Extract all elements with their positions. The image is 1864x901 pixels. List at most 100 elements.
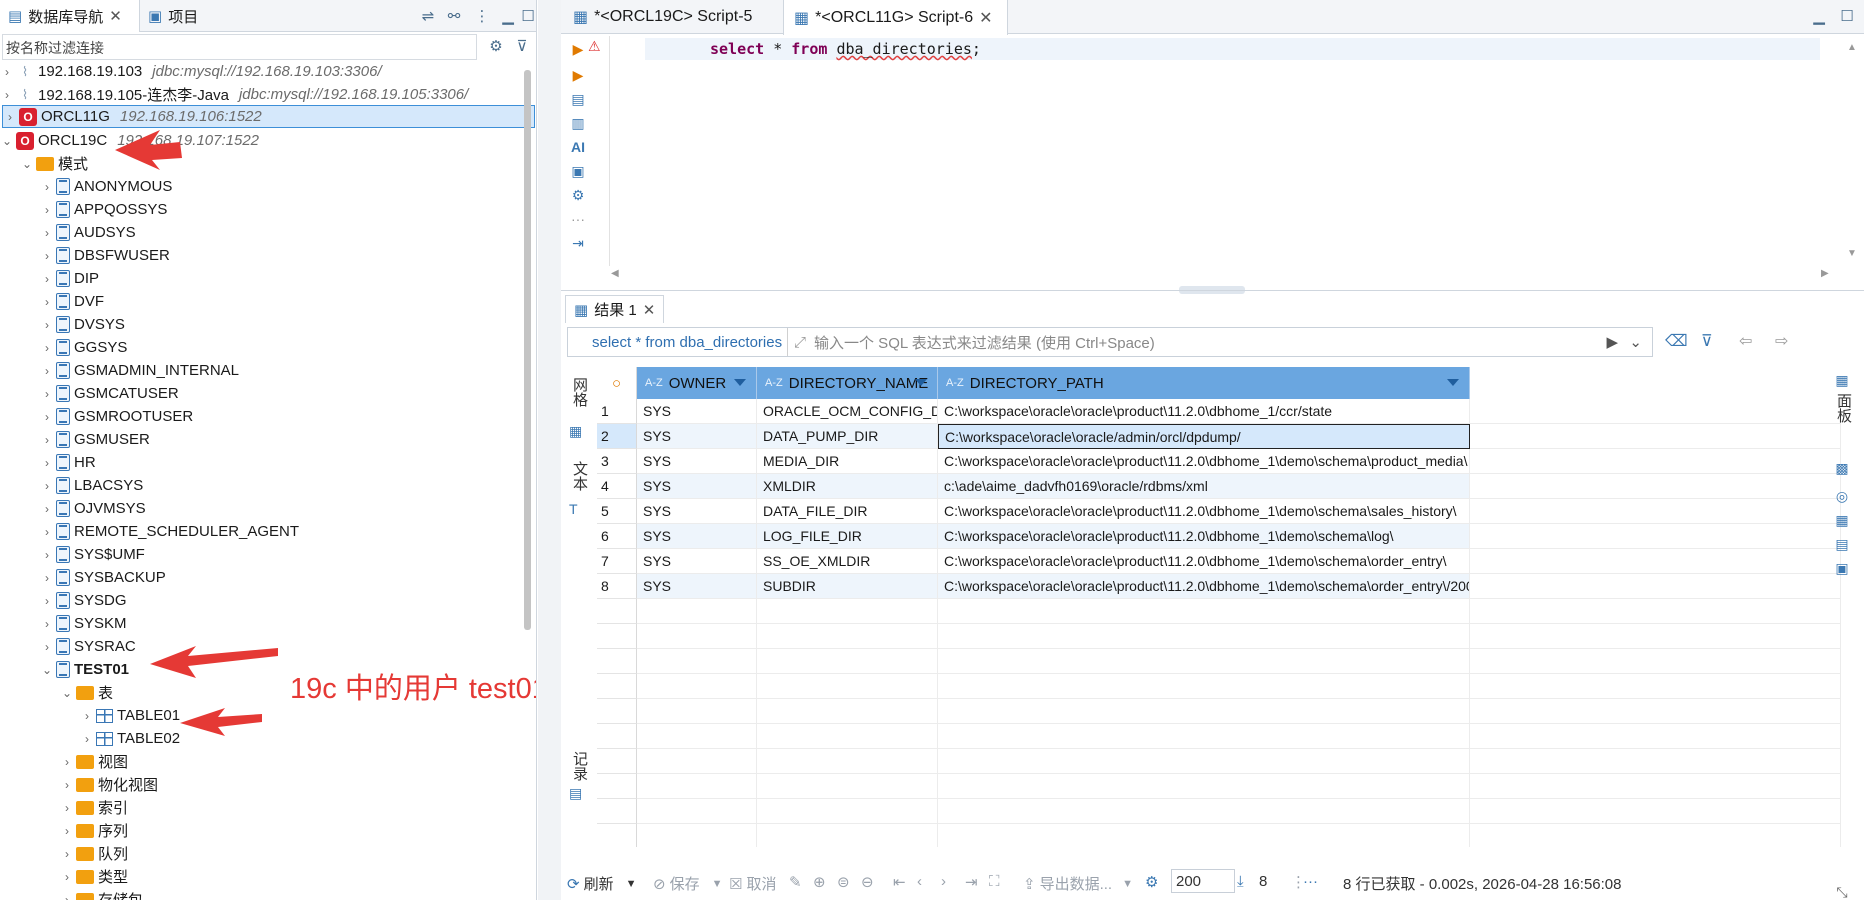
refresh-button[interactable]: ⟳ 刷新 ▼ [567, 873, 636, 894]
empty-cell[interactable] [637, 749, 757, 774]
next-page-icon[interactable]: › [941, 873, 946, 890]
column-header-directory-name[interactable]: A-Z DIRECTORY_NAME [757, 367, 938, 399]
panels-icon[interactable]: ▦ [1833, 371, 1851, 389]
empty-cell[interactable] [757, 649, 938, 674]
export-icon[interactable]: ⇥ [569, 234, 587, 252]
tab-script-5[interactable]: ▦ *<ORCL19C> Script-5 [563, 0, 781, 34]
last-page-icon[interactable]: ⇥ [965, 873, 978, 891]
fetch-size-value[interactable]: 200 [1171, 869, 1235, 893]
empty-cell[interactable] [757, 749, 938, 774]
empty-cell[interactable] [757, 799, 938, 824]
calc-icon[interactable]: ◎ [1833, 487, 1851, 505]
ai-icon[interactable]: AI [569, 138, 587, 156]
table-cell[interactable]: SYS [637, 524, 757, 549]
table-cell[interactable]: C:\workspace\oracle\oracle\product\11.2.… [938, 449, 1470, 474]
add-row-icon[interactable]: ⊕ [813, 873, 826, 891]
settings-icon[interactable]: ⚙ [569, 186, 587, 204]
editor-vscroll[interactable]: ▲ ▼ [1847, 42, 1859, 262]
panel-splitter[interactable] [538, 0, 561, 900]
row-number[interactable] [597, 724, 637, 749]
filter-input[interactable]: 输入一个 SQL 表达式来过滤结果 (使用 Ctrl+Space) [806, 332, 1155, 353]
scroll-up-icon[interactable]: ▲ [1847, 42, 1857, 53]
expand-icon[interactable]: ⤢ [794, 334, 806, 351]
history-icon[interactable]: ▥ [569, 114, 587, 132]
cancel-button[interactable]: ☒ 取消 [729, 873, 776, 894]
empty-cell[interactable] [938, 699, 1470, 724]
table-cell[interactable]: SYS [637, 399, 757, 424]
row-number[interactable] [597, 774, 637, 799]
row-number[interactable]: 5 [597, 499, 637, 524]
row-number[interactable] [597, 649, 637, 674]
column-header-owner[interactable]: A-Z OWNER [637, 367, 757, 399]
row-number[interactable]: 6 [597, 524, 637, 549]
table-cell[interactable]: C:\workspace\oracle\oracle/admin/orcl/dp… [938, 424, 1470, 449]
eraser-icon[interactable]: ⌫ [1665, 331, 1688, 351]
metadata-icon[interactable]: ▤ [1833, 535, 1851, 553]
chevron-down-icon[interactable]: ⌄ [1629, 333, 1642, 351]
empty-cell[interactable] [938, 674, 1470, 699]
table-cell[interactable]: SYS [637, 424, 757, 449]
settings-icon[interactable]: ⚙ [1145, 873, 1158, 891]
tab-grid[interactable]: 网格 [569, 377, 590, 407]
forward-icon[interactable]: ⇨ [1775, 331, 1788, 351]
empty-cell[interactable] [637, 824, 757, 847]
empty-cell[interactable] [637, 774, 757, 799]
table-cell[interactable]: C:\workspace\oracle\oracle\product\11.2.… [938, 399, 1470, 424]
console-icon[interactable]: ▣ [569, 162, 587, 180]
tab-text[interactable]: 文本 [569, 461, 590, 491]
empty-cell[interactable] [938, 774, 1470, 799]
row-number[interactable] [597, 624, 637, 649]
tab-record[interactable]: 记录 [569, 751, 590, 781]
export-data-button[interactable]: ⇪ 导出数据... ▼ [1023, 873, 1133, 894]
table-cell[interactable]: SYS [637, 549, 757, 574]
close-icon[interactable]: ✕ [979, 8, 992, 28]
empty-cell[interactable] [938, 749, 1470, 774]
chevron-down-icon[interactable]: ▼ [1122, 878, 1133, 890]
more-icon[interactable]: ··· [569, 210, 587, 228]
select-all-icon[interactable]: ○ [612, 375, 621, 392]
empty-cell[interactable] [938, 799, 1470, 824]
fetch-all-icon[interactable]: ⛶ [989, 873, 1000, 890]
editor-hscroll[interactable]: ◀ ▶ [611, 268, 1841, 282]
chevron-down-icon[interactable] [915, 379, 927, 386]
tab-script-6[interactable]: ▦ *<ORCL11G> Script-6 ✕ [783, 0, 1008, 35]
row-number[interactable]: 7 [597, 549, 637, 574]
scroll-down-icon[interactable]: ▼ [1847, 248, 1857, 259]
chevron-down-icon[interactable] [1447, 379, 1459, 386]
table-cell[interactable]: DATA_FILE_DIR [757, 499, 938, 524]
table-cell[interactable]: XMLDIR [757, 474, 938, 499]
explain-icon[interactable]: ▤ [569, 90, 587, 108]
edit-icon[interactable]: ✎ [789, 873, 802, 891]
apply-filter-icon[interactable]: ▶ [1606, 333, 1618, 351]
sql-line[interactable]: select * from dba_directories; [645, 38, 1820, 60]
fetch-size-input[interactable]: 200 [1171, 869, 1235, 893]
empty-cell[interactable] [757, 674, 938, 699]
table-cell[interactable]: C:\workspace\oracle\oracle\product\11.2.… [938, 524, 1470, 549]
empty-cell[interactable] [637, 674, 757, 699]
tab-result-1[interactable]: ▦ 结果 1 ✕ [565, 295, 665, 323]
row-number-header[interactable]: ○ [597, 367, 637, 399]
empty-cell[interactable] [637, 799, 757, 824]
empty-cell[interactable] [637, 599, 757, 624]
empty-cell[interactable] [637, 699, 757, 724]
row-number[interactable]: 3 [597, 449, 637, 474]
empty-cell[interactable] [637, 624, 757, 649]
chevron-down-icon[interactable]: ▼ [712, 878, 723, 890]
table-cell[interactable]: ORACLE_OCM_CONFIG_DIR [757, 399, 938, 424]
empty-cell[interactable] [938, 724, 1470, 749]
scroll-right-icon[interactable]: ▶ [1821, 268, 1829, 279]
row-number[interactable]: 8 [597, 574, 637, 599]
calendar-icon[interactable]: ▦ [1833, 511, 1851, 529]
first-page-icon[interactable]: ⇤ [893, 873, 906, 891]
filter-icon[interactable]: ⊽ [1701, 331, 1713, 351]
table-cell[interactable]: C:\workspace\oracle\oracle\product\11.2.… [938, 574, 1470, 599]
empty-cell[interactable] [637, 724, 757, 749]
copy-row-icon[interactable]: ⊜ [837, 873, 850, 891]
delete-row-icon[interactable]: ⊖ [861, 873, 874, 891]
layout-icon[interactable]: ▣ [1833, 559, 1851, 577]
minimize-icon[interactable]: ▁ [1809, 6, 1829, 26]
tab-panels[interactable]: 面板 [1833, 393, 1854, 423]
empty-cell[interactable] [938, 824, 1470, 847]
row-number[interactable]: 4 [597, 474, 637, 499]
row-number[interactable]: 1 [597, 399, 637, 424]
